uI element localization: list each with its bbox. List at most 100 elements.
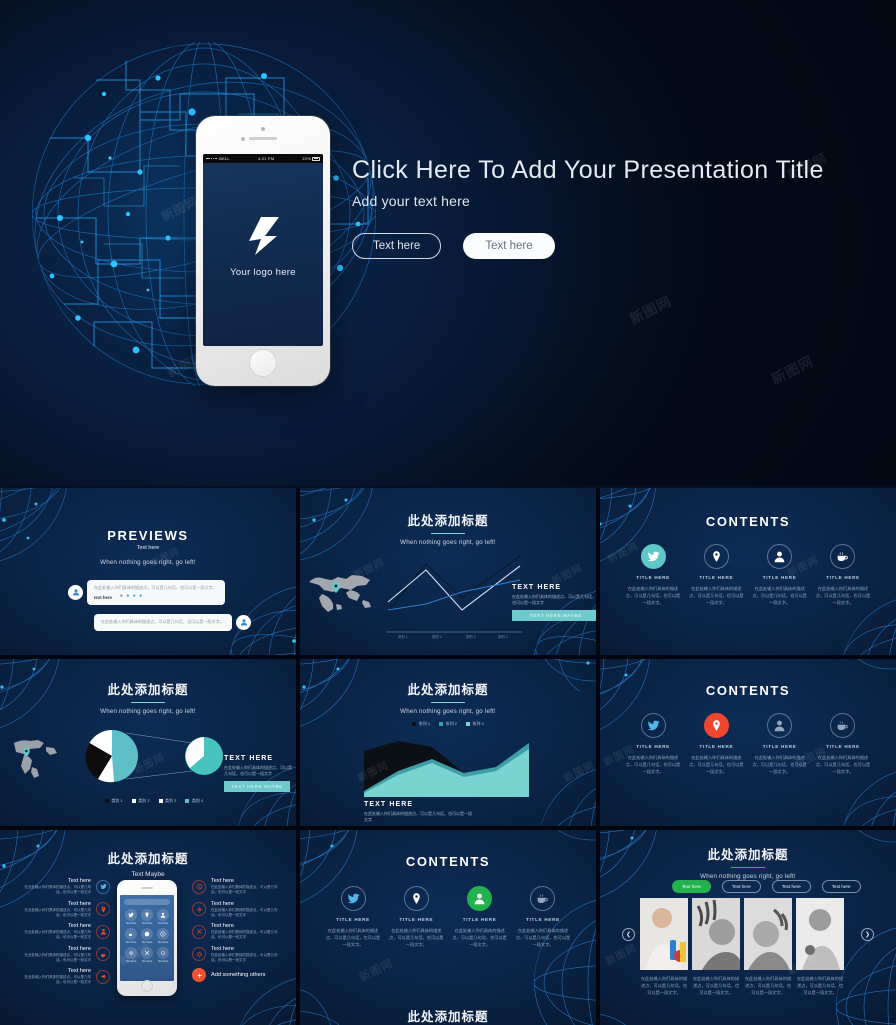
- search-input[interactable]: [124, 899, 170, 905]
- twitter-icon[interactable]: [640, 544, 666, 569]
- gallery-photo[interactable]: [796, 898, 844, 970]
- content-column[interactable]: TITLE HERE 在此处输入你们具体的描述点，可以是几句话，也可以是一段文字…: [687, 544, 745, 606]
- user-icon[interactable]: [767, 713, 793, 738]
- slide-thumb-previews[interactable]: PREVIEWS Text here When nothing goes rig…: [0, 488, 296, 655]
- feature-item[interactable]: Text here 在此处输入你们具体的描述点，可以是几句话，也可以是一段文字: [24, 901, 110, 919]
- app-tile[interactable]: Text here: [156, 947, 170, 963]
- content-column[interactable]: TITLE HERE 在此处输入你们具体的描述点，可以是几句话，也可以是一段文字…: [687, 713, 745, 775]
- hero-solid-button[interactable]: Text here: [463, 233, 555, 259]
- app-tile[interactable]: Text here: [156, 928, 170, 944]
- slide-thumb-contents-red[interactable]: CONTENTS TITLE HERE 在此处输入你们具体的描述点，可以是几句话…: [600, 659, 896, 826]
- slide-thumb-line-chart[interactable]: 此处添加标题 When nothing goes right, go left!: [300, 488, 596, 655]
- hero-ghost-button[interactable]: Text here: [352, 233, 442, 259]
- gallery-item[interactable]: 在此处输入你们具体的描述点，可以是几句话，也可以是一段文字。: [744, 898, 792, 996]
- gallery-tabs: Text here Text here Text here Text here: [672, 880, 861, 893]
- content-title: TITLE HERE: [636, 744, 670, 749]
- content-column[interactable]: TITLE HERE 在此处输入你们具体的描述点，可以是几句话，也可以是一段文字…: [751, 544, 809, 606]
- gallery-next-button[interactable]: ❯: [861, 928, 874, 941]
- slide-thumb-contents-green[interactable]: CONTENTS TITLE HERE 在此处输入你们具体的描述点，可以是几句话…: [300, 830, 596, 1025]
- user-icon[interactable]: [96, 924, 110, 939]
- gallery-item[interactable]: 在此处输入你们具体的描述点，可以是几句话，也可以是一段文字。: [796, 898, 844, 996]
- text-here-button[interactable]: TEXT HERE MAYBE: [512, 610, 596, 622]
- world-map-graphic: [10, 735, 62, 783]
- user-icon[interactable]: [767, 544, 793, 569]
- text-here-button[interactable]: TEXT HERE MAYBE: [224, 781, 290, 793]
- app-tile[interactable]: Text here: [124, 909, 138, 925]
- location-pin-icon[interactable]: [96, 902, 110, 917]
- megaphone-icon[interactable]: [96, 969, 110, 984]
- gallery-item[interactable]: 在此处输入你们具体的描述点，可以是几句话，也可以是一段文字。: [640, 898, 688, 996]
- home-button[interactable]: [249, 349, 277, 377]
- home-button[interactable]: [141, 980, 153, 992]
- slide-thumb-phone-features[interactable]: 此处添加标题 Text Maybe Text here 在此处输入你们具体的描述…: [0, 830, 296, 1025]
- content-column[interactable]: TITLE HERE 在此处输入你们具体的描述点，可以是几句话，也可以是一段文字…: [514, 886, 572, 948]
- rating-dots: ● ● ● ●: [119, 592, 144, 599]
- feature-item[interactable]: Text here 在此处输入你们具体的描述点，可以是几句话，也可以是一段文字: [192, 946, 284, 964]
- add-something-row[interactable]: Add something others: [192, 968, 284, 982]
- settings-icon: [157, 947, 169, 959]
- slide-thumb-pie-chart[interactable]: 此处添加标题 When nothing goes right, go left!: [0, 659, 296, 826]
- contents-columns: TITLE HERE 在此处输入你们具体的描述点，可以是几句话，也可以是一段文字…: [624, 544, 872, 606]
- gear-icon[interactable]: [192, 902, 206, 917]
- gallery-tab-active[interactable]: Text here: [672, 880, 711, 893]
- app-tile[interactable]: Text here: [156, 909, 170, 925]
- gallery-photo[interactable]: [640, 898, 688, 970]
- gallery-caption: 在此处输入你们具体的描述点，可以是几句话，也可以是一段文字。: [692, 976, 740, 996]
- feature-item[interactable]: Text here 在此处输入你们具体的描述点，可以是几句话，也可以是一段文字: [24, 968, 110, 986]
- gallery-tab[interactable]: Text here: [821, 880, 861, 893]
- slide-subtitle: When nothing goes right, go left!: [400, 539, 496, 547]
- content-column[interactable]: TITLE HERE 在此处输入你们具体的描述点，可以是几句话，也可以是一段文字…: [624, 544, 682, 606]
- content-column[interactable]: TITLE HERE 在此处输入你们具体的描述点，可以是几句话，也可以是一段文字…: [451, 886, 509, 948]
- app-tile-label: Text here: [141, 941, 153, 944]
- gear-icon: [125, 947, 137, 959]
- battery-icon: [312, 156, 320, 161]
- feature-heading: Text here: [211, 878, 235, 884]
- content-column[interactable]: TITLE HERE 在此处输入你们具体的描述点，可以是几句话，也可以是一段文字…: [387, 886, 445, 948]
- app-tile-label: Text here: [141, 922, 153, 925]
- app-tile[interactable]: Text here: [140, 947, 154, 963]
- app-tile[interactable]: Text here: [124, 947, 138, 963]
- gallery-photo[interactable]: [744, 898, 792, 970]
- feature-item[interactable]: Text here 在此处输入你们具体的描述点，可以是几句话，也可以是一段文字: [24, 878, 110, 896]
- tools-icon[interactable]: [192, 924, 206, 939]
- user-icon[interactable]: [467, 886, 493, 911]
- slide-thumb-contents-teal[interactable]: CONTENTS TITLE HERE 在此处输入你们具体的描述点，可以是几句话…: [600, 488, 896, 655]
- feature-heading: Text here: [211, 900, 235, 907]
- coffee-cup-icon[interactable]: [530, 886, 556, 911]
- slide-thumb-photo-gallery[interactable]: 此处添加标题 When nothing goes right, go left!…: [600, 830, 896, 1025]
- feature-item[interactable]: Text here 在此处输入你们具体的描述点，可以是几句话，也可以是一段文字: [192, 901, 284, 919]
- coffee-cup-icon[interactable]: [830, 544, 856, 569]
- gallery-item[interactable]: 在此处输入你们具体的描述点，可以是几句话，也可以是一段文字。: [692, 898, 740, 996]
- location-pin-icon[interactable]: [703, 713, 729, 738]
- app-tile[interactable]: Text here: [140, 928, 154, 944]
- app-tile[interactable]: Text here: [124, 928, 138, 944]
- content-column[interactable]: TITLE HERE 在此处输入你们具体的描述点，可以是几句话，也可以是一段文字…: [751, 713, 809, 775]
- coffee-cup-icon[interactable]: [830, 713, 856, 738]
- gallery-prev-button[interactable]: ❮: [622, 928, 635, 941]
- settings-icon[interactable]: [192, 947, 206, 962]
- feature-item[interactable]: Text here 在此处输入你们具体的描述点，可以是几句话，也可以是一段文字: [192, 878, 284, 896]
- content-column[interactable]: TITLE HERE 在此处输入你们具体的描述点，可以是几句话，也可以是一段文字…: [324, 886, 382, 948]
- location-pin-icon[interactable]: [403, 886, 429, 911]
- gallery-tab[interactable]: Text here: [721, 880, 761, 893]
- gallery-photo[interactable]: [692, 898, 740, 970]
- status-battery: 22%: [302, 156, 320, 161]
- gallery-tab[interactable]: Text here: [771, 880, 811, 893]
- skype-icon[interactable]: [192, 879, 206, 894]
- plus-icon[interactable]: [192, 968, 206, 982]
- coffee-cup-icon[interactable]: [96, 947, 110, 962]
- twitter-icon[interactable]: [340, 886, 366, 911]
- slide-thumb-area-chart[interactable]: 此处添加标题 When nothing goes right, go left!…: [300, 659, 596, 826]
- gallery-caption: 在此处输入你们具体的描述点，可以是几句话，也可以是一段文字。: [744, 976, 792, 996]
- feature-item[interactable]: Text here 在此处输入你们具体的描述点，可以是几句话，也可以是一段文字: [24, 923, 110, 941]
- twitter-icon[interactable]: [96, 879, 110, 894]
- feature-item[interactable]: Text here 在此处输入你们具体的描述点，可以是几句话，也可以是一段文字: [192, 923, 284, 941]
- location-pin-icon[interactable]: [703, 544, 729, 569]
- content-column[interactable]: TITLE HERE 在此处输入你们具体的描述点，可以是几句话，也可以是一段文字…: [624, 713, 682, 775]
- feature-item[interactable]: Text here 在此处输入你们具体的描述点，可以是几句话，也可以是一段文字: [24, 946, 110, 964]
- legend-item: 系列 2: [439, 721, 457, 727]
- twitter-icon[interactable]: [640, 713, 666, 738]
- content-column[interactable]: TITLE HERE 在此处输入你们具体的描述点，可以是几句话，也可以是一段文字…: [814, 544, 872, 606]
- app-tile[interactable]: Text here: [140, 909, 154, 925]
- content-column[interactable]: TITLE HERE 在此处输入你们具体的描述点，可以是几句话，也可以是一段文字…: [814, 713, 872, 775]
